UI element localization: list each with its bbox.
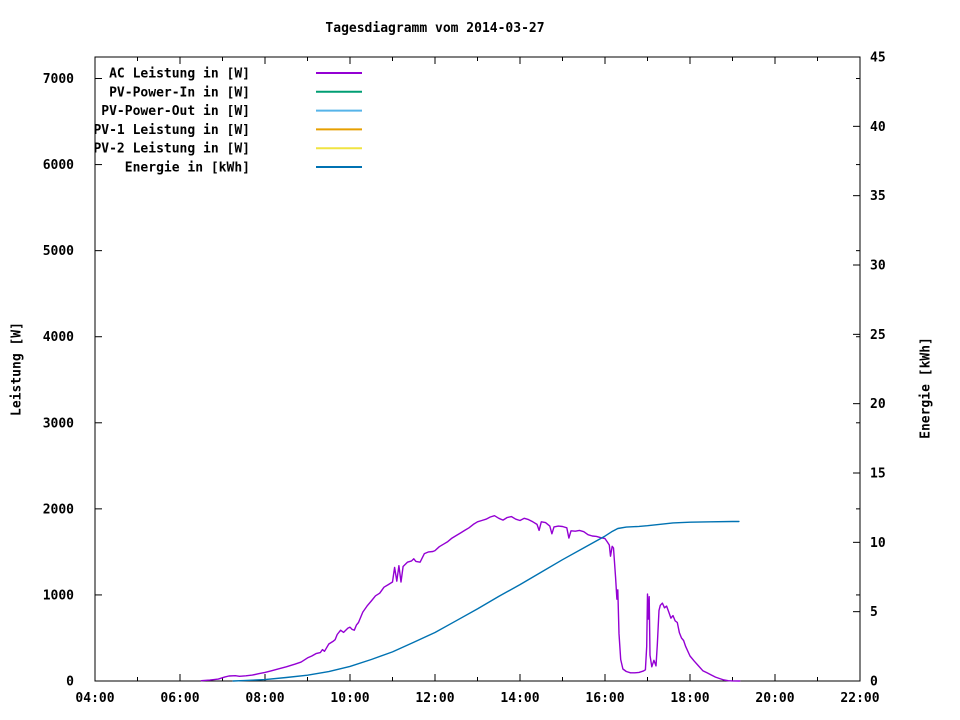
- x-tick-label: 18:00: [670, 691, 709, 706]
- x-tick-label: 14:00: [500, 691, 539, 706]
- x-tick-label: 16:00: [585, 691, 624, 706]
- x-tick-label: 10:00: [330, 691, 369, 706]
- x-tick-label: 20:00: [755, 691, 794, 706]
- y-left-tick-label: 6000: [43, 158, 74, 173]
- x-tick-label: 04:00: [75, 691, 114, 706]
- legend-label: AC Leistung in [W]: [109, 67, 250, 82]
- y-right-tick-label: 25: [870, 328, 886, 343]
- y-right-tick-label: 45: [870, 51, 886, 66]
- y-right-axis-label: Energie [kWh]: [918, 337, 934, 439]
- legend-label: PV-1 Leistung in [W]: [93, 123, 250, 138]
- x-tick-label: 08:00: [245, 691, 284, 706]
- y-right-tick-label: 10: [870, 536, 886, 551]
- legend-label: PV-Power-In in [W]: [109, 85, 250, 100]
- y-right-tick-label: 20: [870, 397, 886, 412]
- y-left-tick-label: 2000: [43, 502, 74, 517]
- legend-label: PV-Power-Out in [W]: [101, 104, 250, 119]
- chart-title: Tagesdiagramm vom 2014-03-27: [325, 21, 545, 36]
- chart-svg: 04:00 06:00 08:00 10:00 12:00 14:00 16:00 18:00…: [43, 51, 886, 707]
- y-left-axis-label: Leistung [W]: [9, 322, 25, 416]
- series-line: [200, 515, 741, 682]
- y-left-tick-label: 3000: [43, 416, 74, 431]
- y-left-tick-label: 7000: [43, 72, 74, 87]
- y-right-tick-label: 35: [870, 189, 886, 204]
- y-right-tick-label: 30: [870, 259, 886, 274]
- x-tick-label: 12:00: [415, 691, 454, 706]
- y-left-tick-label: 5000: [43, 244, 74, 259]
- y-right-tick-label: 40: [870, 120, 886, 135]
- x-tick-label: 06:00: [160, 691, 199, 706]
- legend-label: Energie in [kWh]: [125, 161, 250, 176]
- y-right-tick-label: 0: [870, 675, 878, 690]
- legend-label: PV-2 Leistung in [W]: [93, 142, 250, 157]
- y-right-tick-label: 15: [870, 467, 886, 482]
- x-tick-label: 22:00: [840, 691, 879, 706]
- y-left-tick-label: 1000: [43, 588, 74, 603]
- chart-page: Tagesdiagramm vom 2014-03-27 Leistung [W…: [0, 0, 960, 720]
- y-left-tick-label: 4000: [43, 330, 74, 345]
- y-right-tick-label: 5: [870, 605, 878, 620]
- y-left-tick-label: 0: [66, 675, 74, 690]
